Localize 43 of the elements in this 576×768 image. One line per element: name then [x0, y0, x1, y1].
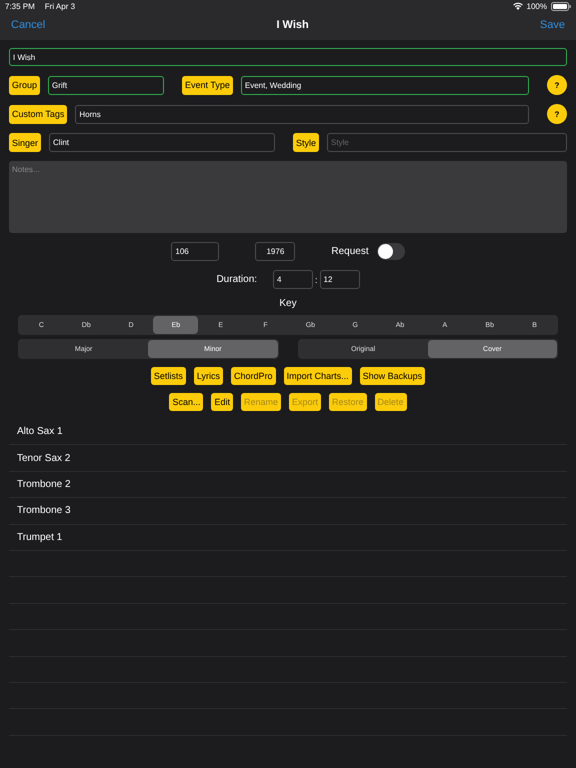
action-button[interactable]: Setlists: [150, 367, 186, 385]
duration-label: Duration:: [216, 274, 258, 285]
chart-action-button[interactable]: Scan...: [169, 393, 204, 411]
battery-icon: [551, 2, 571, 10]
save-button[interactable]: Save: [540, 19, 565, 31]
tempo-field[interactable]: 106: [171, 242, 220, 261]
singer-button[interactable]: Singer: [9, 133, 42, 152]
chart-item[interactable]: Trombone 2: [17, 478, 71, 490]
action-button[interactable]: ChordPro: [231, 367, 276, 385]
help-button[interactable]: ?: [547, 104, 567, 124]
action-button[interactable]: Import Charts...: [284, 367, 352, 385]
chart-item[interactable]: Tenor Sax 2: [17, 452, 70, 464]
request-label: Request: [331, 246, 369, 257]
cancel-button[interactable]: Cancel: [11, 19, 46, 31]
key-label: Key: [278, 298, 298, 309]
request-toggle[interactable]: [376, 243, 405, 260]
singer-field[interactable]: Clint: [49, 133, 276, 152]
chart-action-button[interactable]: Edit: [211, 393, 233, 411]
help-button[interactable]: ?: [547, 75, 567, 95]
wifi-icon: [512, 2, 523, 10]
nav-title: I Wish: [276, 19, 309, 31]
custom-tags-field[interactable]: Horns: [75, 104, 529, 124]
minutes-field[interactable]: 4: [273, 270, 314, 289]
style-field[interactable]: Style: [327, 133, 567, 152]
action-button[interactable]: Lyrics: [194, 367, 224, 385]
status-date: Fri Apr 3: [44, 2, 76, 10]
chart-item[interactable]: Alto Sax 1: [17, 426, 63, 438]
group-button[interactable]: Group: [9, 76, 40, 94]
status-time: 7:35 PM: [5, 2, 35, 10]
chart-item[interactable]: Trumpet 1: [17, 532, 62, 543]
time-separator: :: [314, 274, 319, 284]
year-field[interactable]: 1976: [255, 242, 296, 261]
style-button[interactable]: Style: [293, 133, 320, 152]
battery-percent: 100%: [526, 2, 547, 10]
custom-tags-button[interactable]: Custom Tags: [9, 104, 68, 124]
action-button[interactable]: Show Backups: [360, 367, 426, 385]
group-field[interactable]: Grift: [48, 76, 164, 94]
title-field[interactable]: I Wish: [9, 48, 567, 66]
notes-field[interactable]: Notes...: [9, 161, 567, 233]
seconds-field[interactable]: 12: [320, 270, 360, 289]
event-type-button[interactable]: Event Type: [182, 76, 233, 94]
chart-item[interactable]: Trombone 3: [17, 505, 71, 516]
event-type-field[interactable]: Event, Wedding: [240, 76, 529, 94]
